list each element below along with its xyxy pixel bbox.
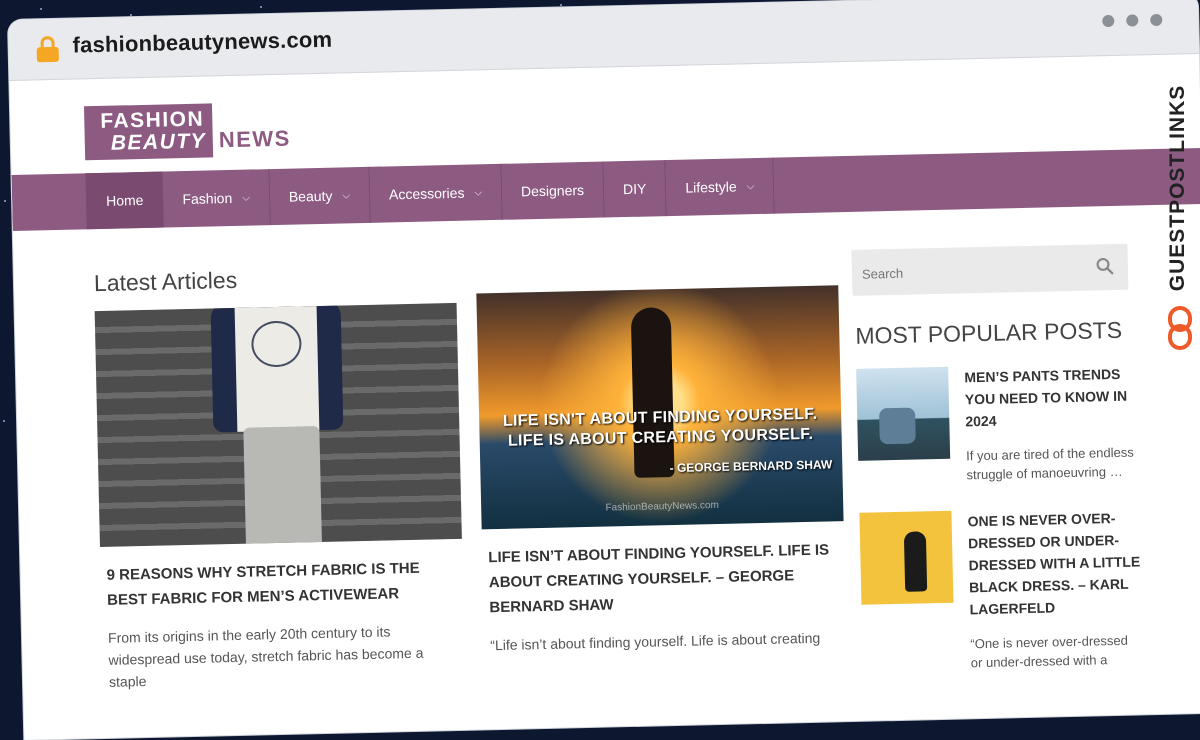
post-title[interactable]: MEN’S PANTS TRENDS YOU NEED TO KNOW IN 2… bbox=[964, 362, 1137, 432]
post-title[interactable]: ONE IS NEVER OVER-DRESSED OR UNDER-DRESS… bbox=[967, 506, 1141, 620]
window-dot-icon[interactable] bbox=[1150, 13, 1163, 27]
nav-item-lifestyle[interactable]: Lifestyle ⌵ bbox=[665, 157, 775, 217]
nav-item-accessories[interactable]: Accessories ⌵ bbox=[369, 163, 503, 223]
lock-icon bbox=[36, 35, 59, 63]
browser-window: fashionbeautynews.com FASHION BEAUTY NEW… bbox=[8, 0, 1200, 740]
window-dot-icon[interactable] bbox=[1102, 14, 1115, 28]
nav-label: Accessories bbox=[388, 184, 465, 203]
chevron-down-icon: ⌵ bbox=[746, 180, 755, 192]
search-box bbox=[851, 243, 1129, 298]
nav-item-beauty[interactable]: Beauty ⌵ bbox=[269, 166, 371, 226]
popular-post: ONE IS NEVER OVER-DRESSED OR UNDER-DRESS… bbox=[859, 506, 1140, 670]
site-logo[interactable]: FASHION BEAUTY NEWS bbox=[83, 101, 305, 166]
url-text[interactable]: fashionbeautynews.com bbox=[72, 27, 332, 59]
popular-posts-title: MOST POPULAR POSTS bbox=[855, 316, 1123, 349]
post-thumbnail[interactable] bbox=[859, 510, 954, 605]
logo-line-beauty: BEAUTY bbox=[110, 129, 207, 155]
chevron-down-icon: ⌵ bbox=[342, 189, 351, 201]
search-icon[interactable] bbox=[1096, 257, 1114, 275]
nav-item-diy[interactable]: DIY bbox=[603, 160, 668, 218]
side-brand-text: GUESTPOSTLINKS bbox=[1166, 84, 1189, 292]
post-excerpt: If you are tired of the endless struggle… bbox=[965, 444, 1134, 483]
nav-label: Designers bbox=[520, 181, 585, 200]
post-thumbnail[interactable] bbox=[856, 366, 951, 461]
window-dot-icon[interactable] bbox=[1126, 14, 1139, 27]
search-input[interactable] bbox=[851, 244, 1095, 298]
article-excerpt: “Life isn’t about finding yourself. Life… bbox=[490, 629, 821, 654]
article-card: 9 REASONS WHY STRETCH FABRIC IS THE BEST… bbox=[94, 302, 466, 693]
article-image[interactable] bbox=[94, 302, 462, 548]
nav-label: Beauty bbox=[288, 187, 333, 205]
article-excerpt: From its origins in the early 20th centu… bbox=[107, 623, 424, 690]
article-card: LIFE ISN'T ABOUT FINDING YOURSELF. LIFE … bbox=[476, 285, 846, 656]
article-image[interactable]: LIFE ISN'T ABOUT FINDING YOURSELF. LIFE … bbox=[476, 285, 844, 530]
image-quote-author: - GEORGE BERNARD SHAW bbox=[669, 457, 833, 476]
window-controls bbox=[1102, 13, 1163, 28]
post-excerpt: “One is never over-dressed or under-dres… bbox=[970, 632, 1129, 671]
article-title[interactable]: 9 REASONS WHY STRETCH FABRIC IS THE BEST… bbox=[100, 555, 463, 613]
chevron-down-icon: ⌵ bbox=[474, 186, 483, 198]
nav-item-designers[interactable]: Designers bbox=[501, 161, 605, 220]
chevron-down-icon: ⌵ bbox=[242, 192, 250, 204]
logo-line-news: NEWS bbox=[218, 125, 292, 153]
nav-item-home[interactable]: Home bbox=[85, 171, 165, 230]
article-title[interactable]: LIFE ISN’T ABOUT FINDING YOURSELF. LIFE … bbox=[482, 537, 846, 620]
nav-label: Lifestyle bbox=[685, 178, 737, 196]
nav-label: DIY bbox=[622, 180, 647, 198]
section-title: Latest Articles bbox=[93, 266, 238, 297]
model-figure bbox=[210, 302, 346, 548]
woman-silhouette bbox=[630, 307, 675, 478]
side-brand: GUESTPOSTLINKS bbox=[1163, 58, 1197, 358]
link-icon bbox=[1168, 306, 1192, 350]
nav-label: Home bbox=[105, 191, 144, 209]
image-watermark: FashionBeautyNews.com bbox=[605, 499, 720, 514]
nav-item-fashion[interactable]: Fashion ⌵ bbox=[162, 169, 271, 228]
popular-post: MEN’S PANTS TRENDS YOU NEED TO KNOW IN 2… bbox=[856, 362, 1136, 482]
nav-label: Fashion bbox=[182, 189, 233, 208]
